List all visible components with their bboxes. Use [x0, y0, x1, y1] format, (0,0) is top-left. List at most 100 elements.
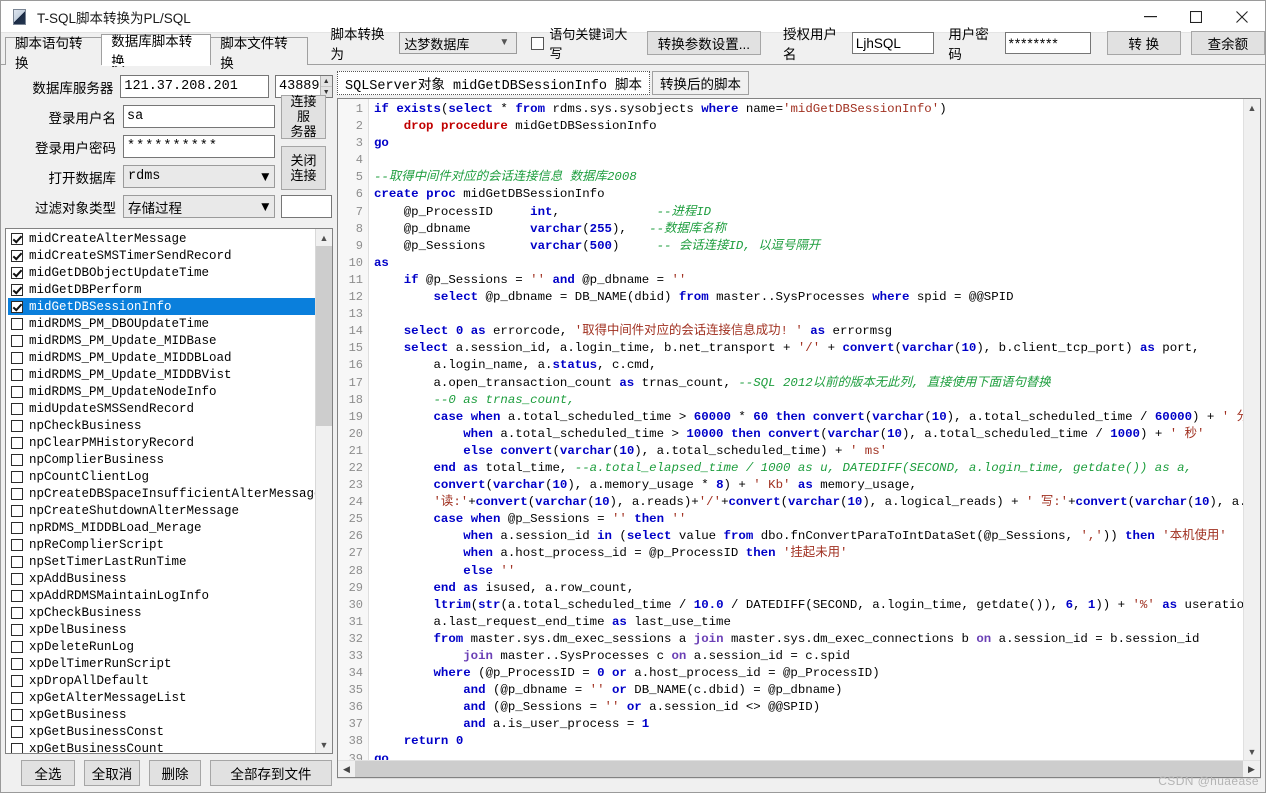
keyword-uppercase-checkbox[interactable]: 语句关键词大写 — [531, 24, 632, 62]
auth-user-input[interactable]: LjhSQL — [852, 32, 934, 54]
checkbox-icon[interactable] — [11, 539, 23, 551]
checkbox-icon[interactable] — [11, 318, 23, 330]
checkbox-icon[interactable] — [11, 420, 23, 432]
scroll-down-icon[interactable]: ▼ — [1244, 743, 1260, 760]
script-tab-converted[interactable]: 转换后的脚本 — [652, 71, 749, 95]
login-password-input[interactable]: ********** — [123, 135, 275, 158]
checkbox-icon[interactable] — [11, 641, 23, 653]
list-item[interactable]: midCreateAlterMessage — [8, 230, 315, 247]
filter-type-select[interactable]: 存储过程 ▼ — [123, 195, 275, 218]
scroll-down-icon[interactable]: ▼ — [316, 736, 332, 753]
list-item[interactable]: npRDMS_MIDDBLoad_Merage — [8, 519, 315, 536]
scroll-up-icon[interactable]: ▲ — [1244, 99, 1260, 116]
checkbox-icon[interactable] — [11, 488, 23, 500]
checkbox-icon[interactable] — [11, 743, 23, 754]
script-tab-source[interactable]: SQLServer对象 midGetDBSessionInfo 脚本 — [337, 71, 650, 95]
checkbox-icon[interactable] — [11, 267, 23, 279]
checkbox-icon[interactable] — [11, 386, 23, 398]
checkbox-icon[interactable] — [11, 590, 23, 602]
close-connection-button[interactable]: 关闭 连接 — [281, 146, 326, 190]
convert-button[interactable]: 转 换 — [1107, 31, 1181, 55]
list-item[interactable]: xpGetBusinessCount — [8, 740, 315, 753]
list-item[interactable]: midRDMS_PM_Update_MIDDBVist — [8, 366, 315, 383]
check-balance-button[interactable]: 查余额 — [1191, 31, 1265, 55]
list-item[interactable]: midCreateSMSTimerSendRecord — [8, 247, 315, 264]
select-all-button[interactable]: 全选 — [21, 760, 75, 786]
scroll-up-icon[interactable]: ▲ — [316, 229, 332, 246]
list-item[interactable]: npCreateShutdownAlterMessage — [8, 502, 315, 519]
code-content[interactable]: if exists(select * from rdms.sys.sysobje… — [369, 99, 1243, 760]
checkbox-icon[interactable] — [11, 335, 23, 347]
checkbox-icon[interactable] — [11, 352, 23, 364]
list-item[interactable]: npCountClientLog — [8, 468, 315, 485]
checkbox-icon[interactable] — [11, 522, 23, 534]
list-item[interactable]: npReComplierScript — [8, 536, 315, 553]
checkbox-icon[interactable] — [11, 369, 23, 381]
scroll-left-icon[interactable]: ◀ — [338, 761, 355, 777]
delete-button[interactable]: 删除 — [149, 760, 201, 786]
list-item[interactable]: midRDMS_PM_DBOUpdateTime — [8, 315, 315, 332]
checkbox-icon[interactable] — [11, 284, 23, 296]
checkbox-icon[interactable] — [11, 675, 23, 687]
convert-params-button[interactable]: 转换参数设置... — [647, 31, 761, 55]
convert-to-select[interactable]: 达梦数据库 ▼ — [399, 32, 517, 54]
list-item[interactable]: xpAddRDMSMaintainLogInfo — [8, 587, 315, 604]
list-item[interactable]: npComplierBusiness — [8, 451, 315, 468]
list-item[interactable]: xpAddBusiness — [8, 570, 315, 587]
scrollbar-track[interactable] — [1244, 116, 1260, 743]
list-item[interactable]: midGetDBSessionInfo — [8, 298, 315, 315]
checkbox-icon[interactable] — [11, 556, 23, 568]
filter-text-input[interactable] — [281, 195, 332, 218]
checkbox-icon[interactable] — [11, 607, 23, 619]
checkbox-icon[interactable] — [11, 471, 23, 483]
tab-statement-convert[interactable]: 脚本语句转换 — [5, 37, 102, 65]
connect-server-button[interactable]: 连接服 务器 — [281, 95, 326, 139]
list-item[interactable]: xpGetBusiness — [8, 706, 315, 723]
list-item[interactable]: midGetDBObjectUpdateTime — [8, 264, 315, 281]
checkbox-icon[interactable] — [11, 692, 23, 704]
open-database-select[interactable]: rdms ▼ — [123, 165, 275, 188]
login-user-input[interactable]: sa — [123, 105, 275, 128]
checkbox-icon[interactable] — [11, 726, 23, 738]
list-item[interactable]: midRDMS_PM_UpdateNodeInfo — [8, 383, 315, 400]
checkbox-icon[interactable] — [11, 573, 23, 585]
list-item[interactable]: xpCheckBusiness — [8, 604, 315, 621]
checkbox-icon[interactable] — [11, 624, 23, 636]
deselect-all-button[interactable]: 全取消 — [84, 760, 140, 786]
checkbox-icon[interactable] — [11, 233, 23, 245]
list-item[interactable]: xpDeleteRunLog — [8, 638, 315, 655]
list-item[interactable]: xpDelTimerRunScript — [8, 655, 315, 672]
scrollbar-thumb[interactable] — [355, 761, 1243, 778]
code-editor[interactable]: 1234567891011121314151617181920212223242… — [337, 98, 1261, 778]
list-item[interactable]: npClearPMHistoryRecord — [8, 434, 315, 451]
list-item[interactable]: midGetDBPerform — [8, 281, 315, 298]
list-item[interactable]: npCreateDBSpaceInsufficientAlterMessage — [8, 485, 315, 502]
tab-database-script-convert[interactable]: 数据库脚本转换 — [101, 34, 211, 65]
editor-vertical-scrollbar[interactable]: ▲ ▼ — [1243, 99, 1260, 760]
checkbox-icon[interactable] — [11, 709, 23, 721]
server-input[interactable]: 121.37.208.201 — [120, 75, 269, 98]
list-item[interactable]: midRDMS_PM_Update_MIDBase — [8, 332, 315, 349]
user-password-input[interactable]: ******** — [1005, 32, 1091, 54]
list-item[interactable]: xpDropAllDefault — [8, 672, 315, 689]
list-item[interactable]: xpGetAlterMessageList — [8, 689, 315, 706]
checkbox-icon[interactable] — [11, 454, 23, 466]
list-item[interactable]: npCheckBusiness — [8, 417, 315, 434]
list-item[interactable]: xpDelBusiness — [8, 621, 315, 638]
checkbox-icon[interactable] — [11, 505, 23, 517]
editor-horizontal-scrollbar[interactable]: ◀ ▶ — [338, 760, 1260, 777]
spin-up-icon[interactable]: ▲ — [321, 76, 332, 87]
checkbox-icon[interactable] — [11, 437, 23, 449]
list-item[interactable]: npSetTimerLastRunTime — [8, 553, 315, 570]
list-item[interactable]: midUpdateSMSSendRecord — [8, 400, 315, 417]
checkbox-icon[interactable] — [11, 301, 23, 313]
list-item[interactable]: xpGetBusinessConst — [8, 723, 315, 740]
object-list-scrollbar[interactable]: ▲ ▼ — [315, 229, 332, 753]
save-all-to-file-button[interactable]: 全部存到文件 — [210, 760, 332, 786]
tab-file-convert[interactable]: 脚本文件转换 — [210, 37, 307, 65]
checkbox-icon[interactable] — [11, 403, 23, 415]
list-item[interactable]: midRDMS_PM_Update_MIDDBLoad — [8, 349, 315, 366]
scrollbar-thumb[interactable] — [316, 246, 333, 426]
checkbox-icon[interactable] — [11, 250, 23, 262]
scrollbar-track[interactable] — [316, 426, 332, 736]
